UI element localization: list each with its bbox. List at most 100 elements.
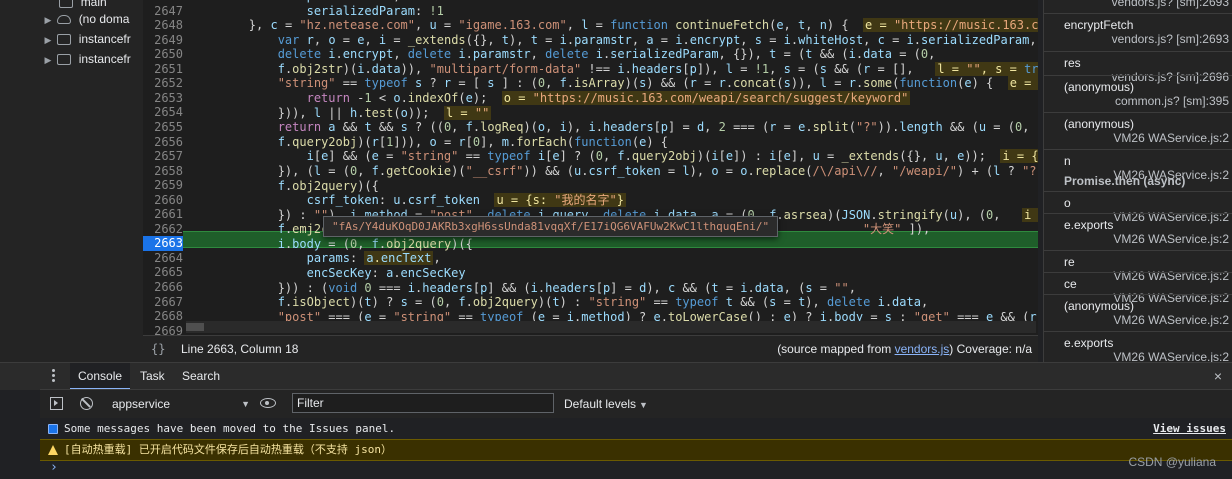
console-warning-message: [自动热重载] 已开启代码文件保存后自动热重载（不支持 json）	[40, 439, 1232, 461]
line-number[interactable]: 2657	[143, 149, 183, 164]
clear-console-icon[interactable]	[80, 397, 93, 410]
context-select[interactable]: appservice ▼	[106, 394, 252, 414]
tree-item-instanceframe-1[interactable]: ▶ instancefr	[42, 29, 131, 49]
pretty-print-button[interactable]: {}	[151, 336, 165, 363]
line-number[interactable]: 2649	[143, 33, 183, 48]
tree-item-label: main	[80, 0, 107, 9]
info-icon	[48, 424, 58, 434]
call-frame-name: res	[1064, 56, 1081, 70]
call-frame-location[interactable]: VM26 WAService.js:2	[1113, 350, 1229, 362]
code-line: return -1 < o.indexOf(e); o = "https://m…	[306, 91, 911, 105]
call-frame-name: n	[1064, 154, 1071, 168]
chevron-right-icon[interactable]: ▶	[42, 10, 54, 30]
line-number[interactable]: 2652	[143, 76, 183, 91]
more-tools-icon[interactable]	[46, 369, 60, 384]
call-frame-location[interactable]: common.js? [sm]:395	[1115, 94, 1229, 108]
call-frame-name: (anonymous)	[1064, 299, 1135, 313]
call-frame-name: e.exports	[1064, 336, 1114, 350]
divider	[1044, 51, 1232, 52]
line-number[interactable]: 2658	[143, 164, 183, 179]
code-line: })) : (void 0 === i.headers[p] && (i.hea…	[191, 281, 856, 295]
code-line: f.isObject)(t) ? s = (0, f.obj2query)(t)…	[277, 295, 929, 309]
close-drawer-icon[interactable]: ×	[1214, 363, 1222, 390]
call-frame-name: encryptFetch	[1064, 18, 1134, 32]
sidebar-toggle-icon[interactable]	[50, 397, 63, 410]
line-number[interactable]: 2653	[143, 91, 183, 106]
line-number[interactable]: 2655	[143, 120, 183, 135]
call-frame-name: re	[1064, 255, 1075, 269]
code-line: i[e] && (e = "string" == typeof i[e] ? (…	[191, 149, 1038, 164]
tree-item-no-domain[interactable]: ▶ (no doma	[42, 9, 130, 30]
source-prefix: (source mapped from	[777, 342, 895, 356]
editor-status-bar: {} Line 2663, Column 18 (source mapped f…	[143, 335, 1038, 363]
code-line: serializedParam: !1	[306, 4, 444, 18]
horizontal-scrollbar[interactable]	[186, 321, 1036, 333]
message-text: [自动热重载] 已开启代码文件保存后自动热重载（不支持 json）	[64, 443, 392, 456]
call-frame-location[interactable]: VM26 WAService.js:2	[1113, 313, 1229, 327]
scrollbar-thumb[interactable]	[186, 323, 204, 331]
call-frame-location[interactable]: VM26 WAService.js:2	[1113, 232, 1229, 246]
call-frame-name: (anonymous)	[1064, 117, 1135, 131]
console-prompt-icon[interactable]: ›	[50, 460, 58, 475]
frame-icon	[57, 34, 72, 46]
cursor-position: Line 2663, Column 18	[181, 342, 299, 356]
call-frame-location[interactable]: vendors.js? [sm]:2693	[1112, 32, 1229, 46]
divider	[1044, 149, 1232, 150]
line-number[interactable]: 2660	[143, 193, 183, 208]
tab-console[interactable]: Console	[70, 363, 131, 390]
source-map-info: (source mapped from vendors.js) Coverage…	[777, 336, 1032, 363]
line-number[interactable]: 2650	[143, 47, 183, 62]
code-line: params: a.encText,	[306, 251, 441, 265]
divider	[1044, 112, 1232, 113]
levels-value: Default levels	[564, 397, 637, 411]
line-number[interactable]: 2647	[143, 4, 183, 19]
line-number[interactable]: 2669	[143, 324, 183, 335]
divider	[1044, 13, 1232, 14]
filter-input[interactable]	[292, 393, 554, 413]
warning-icon	[48, 445, 58, 455]
divider	[1044, 331, 1232, 332]
source-suffix: ) Coverage: n/a	[949, 342, 1032, 356]
line-number[interactable]: 2656	[143, 135, 183, 150]
code-line: var r, o = e, i = _extends({}, t), t = i…	[277, 33, 1037, 47]
caret-down-icon: ▼	[639, 400, 648, 410]
watermark: CSDN @yuliana	[1128, 455, 1216, 469]
code-editor[interactable]: 2646264726482649265026512652265326542655…	[143, 0, 1038, 335]
tab-search[interactable]: Search	[174, 363, 228, 390]
message-text: Some messages have been moved to the Iss…	[64, 422, 396, 435]
tree-item-instanceframe-2[interactable]: ▶ instancefr	[42, 49, 131, 69]
line-number[interactable]: 2661	[143, 207, 183, 222]
call-stack-panel: vendors.js? [sm]:2693 encryptFetch vendors…	[1043, 0, 1232, 362]
log-levels-select[interactable]: Default levels ▼	[564, 394, 648, 414]
line-number[interactable]: 2664	[143, 251, 183, 266]
line-number[interactable]: 2648	[143, 18, 183, 33]
line-number[interactable]: 2666	[143, 280, 183, 295]
line-number[interactable]: 2665	[143, 265, 183, 280]
call-frame-name: ce	[1064, 277, 1077, 291]
live-expression-eye-icon[interactable]	[260, 398, 276, 408]
source-link[interactable]: vendors.js	[895, 342, 950, 356]
console-toolbar: appservice ▼ Default levels▼	[40, 389, 1232, 419]
call-frame-location[interactable]: vendors.js? [sm]:2693	[1112, 0, 1229, 9]
call-frame-location[interactable]: VM26 WAService.js:2	[1113, 131, 1229, 145]
code-line: }), (l = (0, f.getCookie)("__csrf")) && …	[191, 164, 1038, 179]
divider	[1044, 250, 1232, 251]
line-number[interactable]: 2654	[143, 105, 183, 120]
active-line-number[interactable]: 2663	[143, 236, 183, 251]
chevron-right-icon[interactable]: ▶	[42, 30, 54, 50]
line-number[interactable]: 2651	[143, 62, 183, 77]
line-number[interactable]: 2667	[143, 295, 183, 310]
value-tooltip: "fAs/Y4duKOqD0JAKRb3xgH6ssUnda81vqqXf/E1…	[323, 216, 779, 237]
async-boundary: Promise.then (async)	[1064, 174, 1186, 188]
caret-down-icon: ▼	[241, 399, 250, 409]
code-line: encSecKey: a.encSecKey	[306, 266, 466, 280]
chevron-right-icon[interactable]: ▶	[42, 50, 54, 70]
context-value: appservice	[112, 397, 171, 411]
view-issues-link[interactable]: View issues	[1153, 419, 1226, 439]
line-number[interactable]: 2659	[143, 178, 183, 193]
line-number[interactable]: 2668	[143, 309, 183, 324]
line-number[interactable]: 2662	[143, 222, 183, 237]
divider	[1044, 75, 1232, 76]
tab-task[interactable]: Task	[132, 363, 173, 390]
sources-tree: main ▶ (no doma ▶ instancefr ▶ instancef…	[40, 0, 144, 362]
